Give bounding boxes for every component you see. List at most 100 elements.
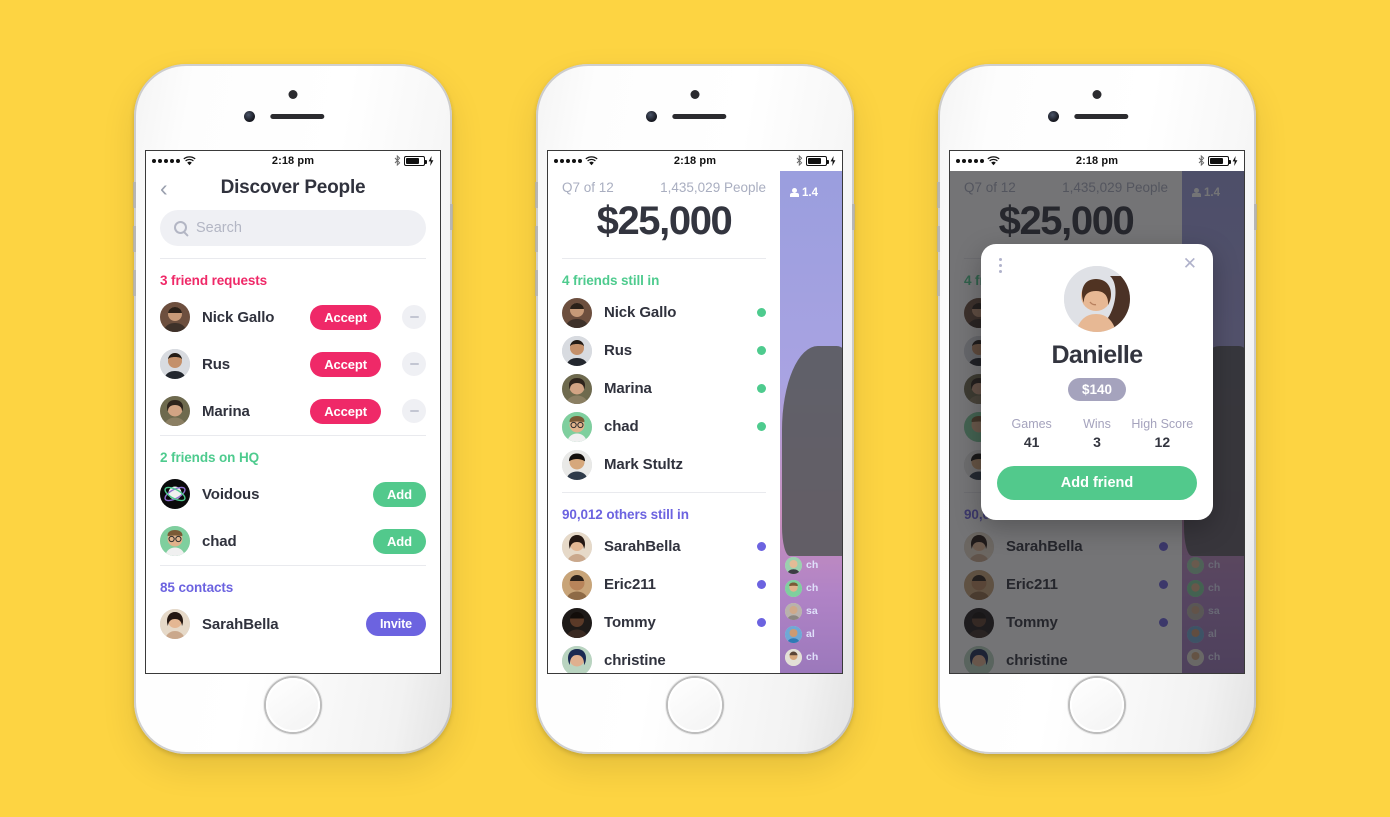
signal-dots-icon	[152, 158, 180, 163]
silent-switch[interactable]	[133, 269, 136, 296]
volume-down-button[interactable]	[133, 225, 136, 252]
avatar	[562, 645, 592, 673]
earnings-badge: $140	[1067, 377, 1127, 401]
avatar	[160, 479, 190, 509]
home-button[interactable]	[668, 677, 722, 732]
bluetooth-icon	[796, 155, 803, 166]
add-button[interactable]: Add	[373, 528, 426, 554]
volume-down-button[interactable]	[937, 225, 940, 252]
stat-value: 3	[1093, 433, 1101, 450]
chat-username: ch	[806, 582, 819, 594]
volume-down-button[interactable]	[535, 225, 538, 252]
power-button[interactable]	[852, 203, 855, 230]
stat-value: 12	[1154, 433, 1171, 450]
list-item[interactable]: christine	[548, 642, 780, 673]
earpiece-speaker-icon	[672, 113, 727, 119]
chat-message: ch	[780, 646, 842, 669]
kebab-menu-icon[interactable]	[997, 256, 1004, 275]
list-item[interactable]: Nick Gallo	[548, 294, 780, 332]
status-dot	[757, 422, 766, 431]
list-item-label: Mark Stultz	[604, 456, 683, 473]
accept-button[interactable]: Accept	[310, 304, 381, 330]
list-item[interactable]: Marina	[548, 370, 780, 408]
stat-games: Games 41	[999, 417, 1064, 450]
list-item[interactable]: Voidous Add	[146, 471, 440, 518]
list-item[interactable]: Tommy	[548, 604, 780, 642]
dismiss-button[interactable]	[402, 352, 426, 376]
list-item-label: Nick Gallo	[604, 304, 677, 321]
list-item-label: Rus	[202, 355, 231, 373]
phone-game-leaderboard: 2:18 pm Q7 of 12 1,435,029 People $25,00…	[535, 63, 855, 754]
list-item-label: Tommy	[604, 614, 656, 631]
avatar	[785, 579, 802, 597]
status-dot	[757, 580, 766, 589]
signal-indicator	[956, 155, 1000, 166]
list-item[interactable]: Rus	[548, 332, 780, 370]
bluetooth-icon	[1198, 155, 1205, 166]
home-button[interactable]	[266, 677, 320, 732]
accept-button[interactable]: Accept	[310, 398, 381, 424]
volume-up-button[interactable]	[937, 181, 940, 208]
chat-message: ch	[780, 554, 842, 577]
home-button[interactable]	[1070, 677, 1124, 732]
front-camera-icon	[646, 110, 657, 122]
section-header-contacts: 85 contacts	[160, 579, 234, 595]
list-item[interactable]: Marina Accept	[146, 388, 440, 435]
silent-switch[interactable]	[535, 269, 538, 296]
status-bar: 2:18 pm	[146, 150, 440, 171]
list-item-label: SarahBella	[202, 615, 279, 633]
accept-button[interactable]: Accept	[310, 351, 381, 377]
avatar	[562, 607, 592, 638]
search-input[interactable]: Search	[160, 209, 426, 246]
status-dot	[757, 346, 766, 355]
live-video-strip[interactable]: 1.4 ch ch sa al ch	[780, 170, 842, 673]
dismiss-button[interactable]	[402, 399, 426, 423]
list-item[interactable]: Eric211	[548, 566, 780, 604]
invite-button[interactable]: Invite	[365, 612, 426, 636]
list-item-label: Rus	[604, 342, 633, 359]
wifi-icon	[183, 155, 196, 165]
volume-up-button[interactable]	[133, 181, 136, 208]
status-right	[394, 155, 434, 166]
close-icon[interactable]: ✕	[1183, 254, 1197, 271]
earpiece-speaker-icon	[1074, 113, 1129, 119]
minus-icon	[409, 363, 419, 365]
list-item[interactable]: Rus Accept	[146, 341, 440, 388]
game-main-column: Q7 of 12 1,435,029 People $25,000 4 frie…	[548, 170, 780, 673]
person-icon	[790, 188, 799, 197]
avatar	[562, 569, 592, 600]
avatar	[785, 648, 802, 666]
list-item[interactable]: Mark Stultz	[548, 446, 780, 484]
chat-username: ch	[806, 559, 819, 571]
chat-overlay: ch ch sa al	[780, 554, 842, 669]
stat-label: Wins	[1083, 416, 1111, 431]
add-button[interactable]: Add	[373, 481, 426, 507]
charging-bolt-icon	[830, 155, 836, 166]
wifi-icon	[585, 155, 598, 165]
power-button[interactable]	[1254, 203, 1257, 230]
charging-bolt-icon	[1232, 155, 1238, 166]
list-item[interactable]: SarahBella Invite	[146, 601, 440, 648]
signal-dots-icon	[956, 158, 984, 163]
battery-icon	[1208, 155, 1231, 166]
dismiss-button[interactable]	[402, 305, 426, 329]
back-chevron-icon[interactable]: ‹	[160, 176, 168, 200]
front-camera-icon	[1048, 110, 1059, 122]
avatar	[160, 396, 190, 426]
page-title: Discover People	[220, 177, 366, 198]
profile-card: ✕ Danielle $140 Games 41 Wins 3 High Sco…	[981, 243, 1213, 520]
list-item[interactable]: chad	[548, 408, 780, 446]
add-friend-button[interactable]: Add friend	[997, 465, 1197, 500]
list-item[interactable]: chad Add	[146, 518, 440, 565]
silent-switch[interactable]	[937, 269, 940, 296]
power-button[interactable]	[450, 203, 453, 230]
status-dot	[757, 384, 766, 393]
search-placeholder: Search	[196, 219, 242, 236]
status-time: 2:18 pm	[673, 154, 717, 167]
list-item-label: christine	[604, 652, 666, 669]
list-item[interactable]: SarahBella	[548, 528, 780, 566]
volume-up-button[interactable]	[535, 181, 538, 208]
avatar	[562, 335, 592, 366]
screen-discover-people: 2:18 pm ‹ Discover People Search 3 frien…	[145, 149, 441, 674]
list-item[interactable]: Nick Gallo Accept	[146, 294, 440, 341]
